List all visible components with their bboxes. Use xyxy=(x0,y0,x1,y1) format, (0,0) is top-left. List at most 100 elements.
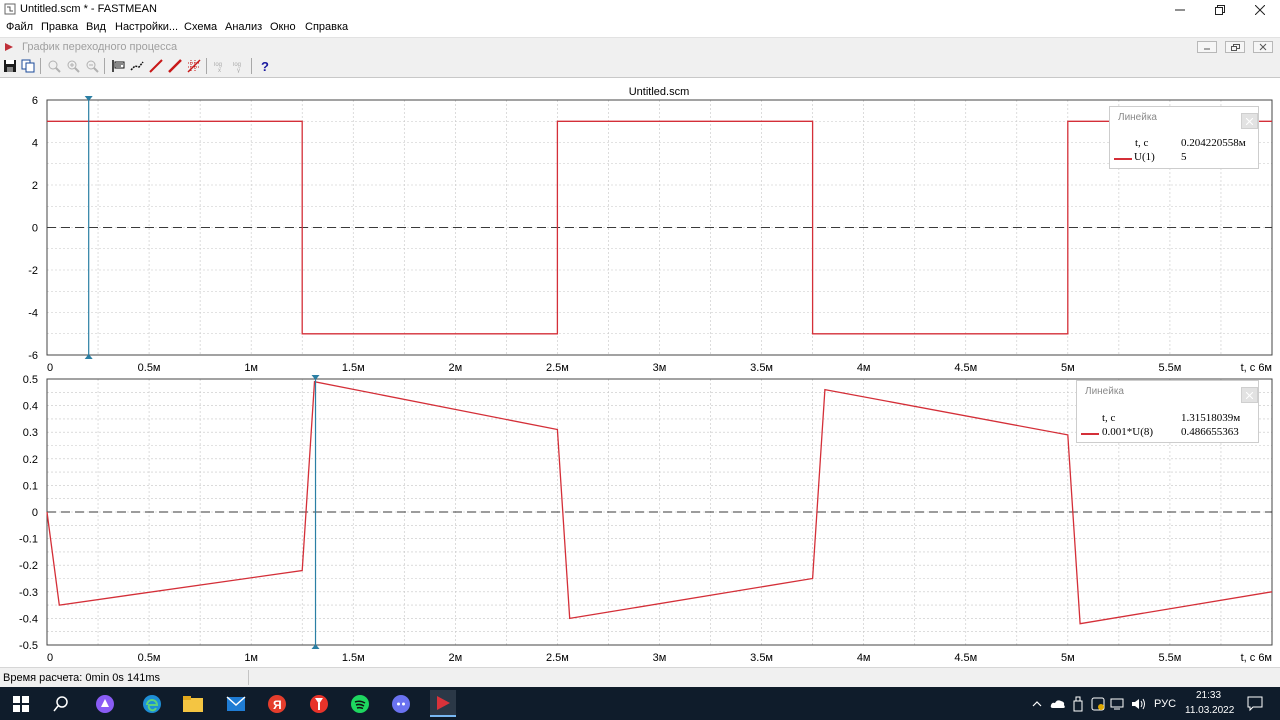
ruler-legend-bottom[interactable]: Линейка t, c 1.31518039м 0.001*U(8) 0.48… xyxy=(1076,380,1259,443)
app-icon xyxy=(4,3,16,15)
x-tick-label: 5.5м xyxy=(1158,652,1181,664)
taskbar-edge[interactable] xyxy=(141,693,163,715)
tray-volume[interactable] xyxy=(1130,693,1148,715)
menu-help[interactable]: Справка xyxy=(305,21,348,33)
menu-schema[interactable]: Схема xyxy=(184,21,217,33)
y-tick-label: 0.4 xyxy=(23,401,38,413)
log-y-icon: logy xyxy=(233,62,241,73)
tray-language[interactable]: РУС xyxy=(1154,698,1176,710)
windows-logo-icon xyxy=(13,696,29,712)
taskbar-yandex[interactable]: Я xyxy=(266,693,288,715)
minimize-icon xyxy=(1204,48,1210,50)
tray-clock-date[interactable]: 11.03.2022 xyxy=(1185,705,1234,716)
x-tick-label: 4.5м xyxy=(954,652,977,664)
notification-icon xyxy=(1247,696,1263,712)
taskbar-mail[interactable] xyxy=(225,693,247,715)
yandex-browser-icon xyxy=(310,695,328,713)
graph-toolbar: log x log y ? xyxy=(0,55,1280,78)
cloud-icon xyxy=(1050,700,1065,708)
zoom-button[interactable] xyxy=(45,57,63,75)
graph-window-icon xyxy=(5,43,13,51)
grid-icon xyxy=(187,59,201,73)
x-tick-label: 3м xyxy=(653,362,667,374)
log-y-button[interactable]: log y xyxy=(230,57,248,75)
calc-time-status: Время расчета: 0min 0s 141ms xyxy=(3,672,160,684)
tray-overflow-button[interactable] xyxy=(1030,693,1044,715)
grid-button[interactable] xyxy=(185,57,203,75)
taskbar-spotify[interactable] xyxy=(349,693,371,715)
x-tick-label: t, c 6м xyxy=(1241,362,1272,374)
y-tick-label: 0 xyxy=(32,507,38,519)
copy-button[interactable] xyxy=(19,57,37,75)
legend-time-value: 1.31518039м xyxy=(1181,412,1241,424)
taskbar-fastmean[interactable] xyxy=(430,690,456,717)
chart-title: Untitled.scm xyxy=(629,86,690,98)
copy-icon xyxy=(21,59,35,73)
x-tick-label: 2.5м xyxy=(546,652,569,664)
legend-series-label: 0.001*U(8) xyxy=(1102,426,1154,438)
tray-security[interactable] xyxy=(1090,693,1106,715)
usb-drive-icon xyxy=(1073,696,1083,712)
taskbar-explorer[interactable] xyxy=(182,693,204,715)
menu-window[interactable]: Окно xyxy=(270,21,296,33)
zoom-out-button[interactable] xyxy=(83,57,101,75)
y-tick-label: -0.2 xyxy=(19,560,38,572)
tray-network[interactable] xyxy=(1110,693,1126,715)
child-minimize-button[interactable] xyxy=(1197,41,1217,53)
menu-settings[interactable]: Настройки... xyxy=(115,21,178,33)
legend-series-label: U(1) xyxy=(1134,151,1155,163)
legend-series-swatch xyxy=(1114,158,1132,160)
plot-area: Untitled.scm 6 4 2 0 -2 -4 -6 0 0.5м 1м 1.5м 2м 2.5м… xyxy=(0,79,1280,667)
tray-clock-time[interactable]: 21:33 xyxy=(1196,690,1221,701)
line-icon xyxy=(168,59,182,73)
legend-close-button[interactable] xyxy=(1241,113,1258,129)
toolbar-separator xyxy=(40,58,41,74)
save-button[interactable] xyxy=(1,57,19,75)
close-button[interactable] xyxy=(1240,0,1280,19)
taskbar-yandex-browser[interactable] xyxy=(308,693,330,715)
ruler-legend-top[interactable]: Линейка t, c 0.204220558м U(1) 5 xyxy=(1109,106,1259,169)
toolbar-separator xyxy=(104,58,105,74)
x-tick-label: 2м xyxy=(448,362,462,374)
x-tick-label: t, c 6м xyxy=(1241,652,1272,664)
menu-analysis[interactable]: Анализ xyxy=(225,21,262,33)
notification-center-button[interactable] xyxy=(1244,693,1266,715)
thick-line-button[interactable] xyxy=(166,57,184,75)
x-tick-label: 1м xyxy=(244,362,258,374)
search-button[interactable] xyxy=(50,693,72,715)
tray-usb[interactable] xyxy=(1070,693,1086,715)
x-tick-label: 0.5м xyxy=(138,362,161,374)
y-tick-label: 0 xyxy=(32,223,38,235)
spotify-icon xyxy=(351,695,369,713)
child-restore-button[interactable] xyxy=(1225,41,1245,53)
taskbar-discord[interactable] xyxy=(390,693,412,715)
legend-series-value: 0.486655363 xyxy=(1181,426,1239,438)
line-button[interactable] xyxy=(147,57,165,75)
y-tick-label: -0.3 xyxy=(19,587,38,599)
svg-text:y: y xyxy=(237,68,240,73)
menu-file[interactable]: Файл xyxy=(6,21,33,33)
close-icon xyxy=(1255,4,1265,15)
log-x-button[interactable]: log x xyxy=(211,57,229,75)
legend-close-button[interactable] xyxy=(1241,387,1258,403)
child-window-title: График переходного процесса xyxy=(22,41,178,53)
menu-edit[interactable]: Правка xyxy=(41,21,78,33)
chevron-up-icon xyxy=(1032,701,1042,707)
zoom-in-button[interactable] xyxy=(64,57,82,75)
x-tick-label: 4м xyxy=(857,362,871,374)
start-button[interactable] xyxy=(10,693,32,715)
edge-browser-icon xyxy=(143,695,161,713)
folder-icon xyxy=(183,696,203,712)
ruler-button[interactable] xyxy=(109,57,127,75)
points-button[interactable] xyxy=(128,57,146,75)
menu-view[interactable]: Вид xyxy=(86,21,106,33)
taskbar-assistant[interactable] xyxy=(94,693,116,715)
x-tick-label: 5м xyxy=(1061,362,1075,374)
maximize-button[interactable] xyxy=(1200,0,1240,19)
minimize-button[interactable] xyxy=(1160,0,1200,19)
x-tick-label: 0 xyxy=(47,652,53,664)
tray-onedrive[interactable] xyxy=(1050,693,1066,715)
window-titlebar: Untitled.scm * - FASTMEAN xyxy=(0,0,1280,19)
help-button[interactable]: ? xyxy=(256,57,274,75)
child-close-button[interactable] xyxy=(1253,41,1273,53)
